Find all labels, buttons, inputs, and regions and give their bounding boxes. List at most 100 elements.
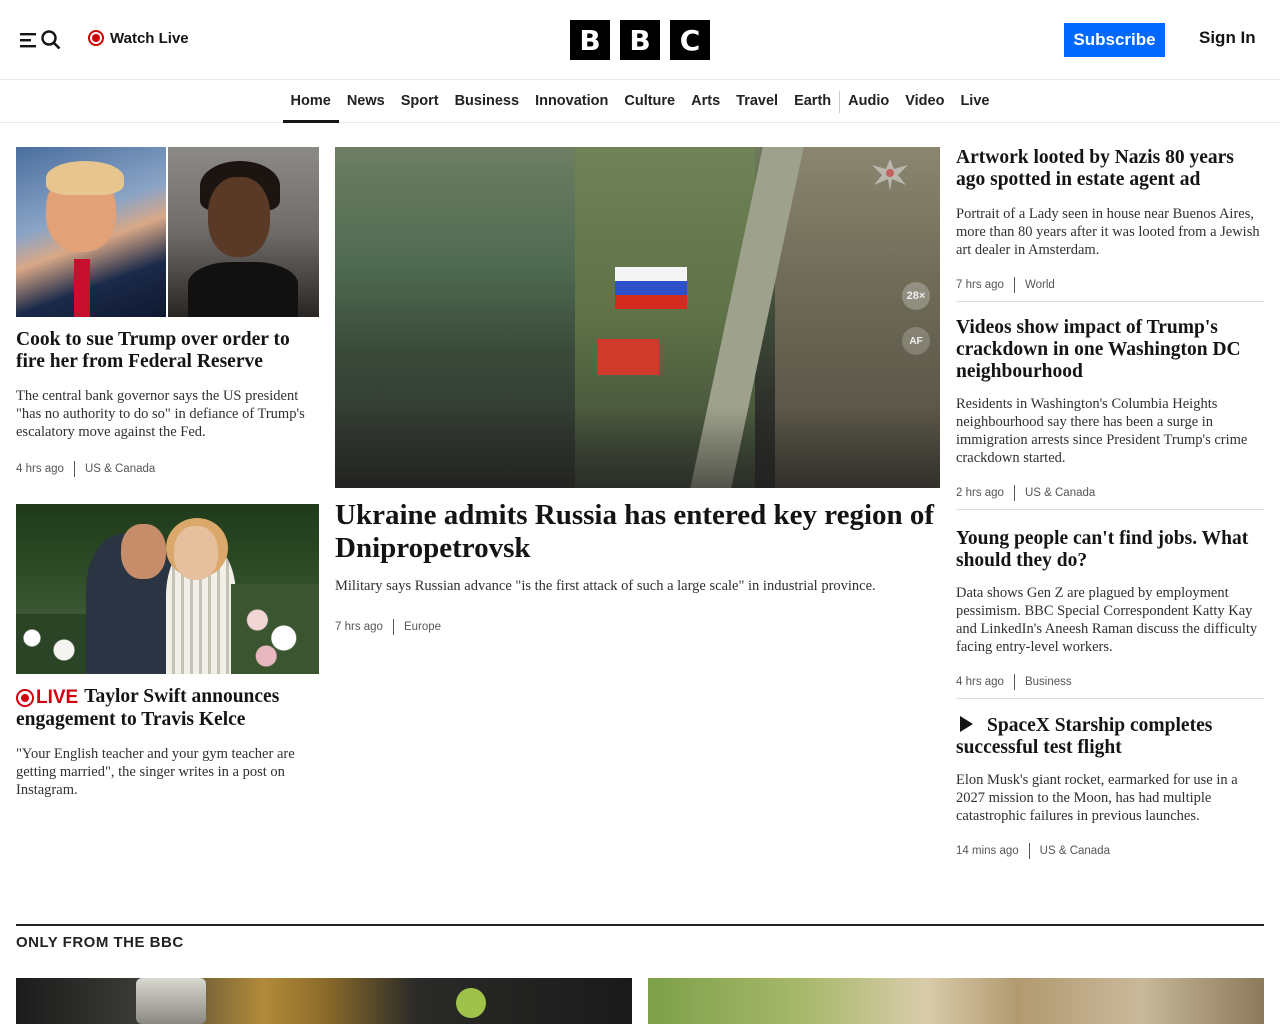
photo-flowers xyxy=(231,584,319,674)
menu-icon xyxy=(20,33,36,48)
site-header: Watch Live B B C Subscribe Sign In xyxy=(0,0,1280,80)
meta-divider xyxy=(392,619,394,635)
lead-story-summary: Military says Russian advance "is the fi… xyxy=(335,578,876,594)
eagle-emblem-icon xyxy=(872,159,908,191)
live-dot-icon xyxy=(88,30,104,46)
story-section-link[interactable]: Business xyxy=(1025,676,1072,688)
story-section-link[interactable]: World xyxy=(1025,279,1055,291)
story-meta: 2 hrs ago US & Canada xyxy=(956,485,1264,501)
meta-divider xyxy=(1013,277,1015,293)
story-summary: Portrait of a Lady seen in house near Bu… xyxy=(956,206,1260,258)
meta-divider xyxy=(1028,843,1030,859)
story-time: 7 hrs ago xyxy=(956,279,1004,291)
flag-stripe-blue xyxy=(615,281,687,295)
photo-tie xyxy=(74,259,90,317)
play-icon xyxy=(960,716,973,732)
af-indicator: AF xyxy=(902,327,930,355)
story-section-link[interactable]: US & Canada xyxy=(1025,487,1095,499)
story-summary: The central bank governor says the US pr… xyxy=(16,388,305,440)
photo-glass xyxy=(136,978,206,1024)
nav-item-sport[interactable]: Sport xyxy=(393,81,447,123)
left-column: Cook to sue Trump over order to fire her… xyxy=(16,147,319,799)
photo-trump xyxy=(16,147,166,317)
story-meta: 4 hrs ago US & Canada xyxy=(16,461,319,477)
story-headline[interactable]: Videos show impact of Trump's crackdown … xyxy=(956,317,1264,383)
photo-cook xyxy=(168,147,319,317)
story-summary: "Your English teacher and your gym teach… xyxy=(16,746,295,798)
photo-red-banner xyxy=(597,339,659,375)
nav-item-audio[interactable]: Audio xyxy=(840,81,897,123)
live-ring-icon xyxy=(16,689,34,707)
photo-face xyxy=(208,177,270,257)
story-summary: Elon Musk's giant rocket, earmarked for … xyxy=(956,772,1238,824)
story-card: Young people can't find jobs. What shoul… xyxy=(956,510,1264,699)
story-headline-text: SpaceX Starship completes successful tes… xyxy=(956,715,1213,758)
search-icon xyxy=(41,30,61,50)
logo-letter-b1: B xyxy=(570,20,610,60)
story-time: 4 hrs ago xyxy=(956,676,1004,688)
nav-item-earth[interactable]: Earth xyxy=(786,81,839,123)
section-title: ONLY FROM THE BBC xyxy=(16,934,184,951)
nav-item-innovation[interactable]: Innovation xyxy=(527,81,616,123)
nav-item-business[interactable]: Business xyxy=(447,81,527,123)
zoom-indicator: 28× xyxy=(902,282,930,310)
story-image-swift-kelce[interactable] xyxy=(16,504,319,674)
meta-divider xyxy=(73,461,75,477)
nav-item-video[interactable]: Video xyxy=(897,81,952,123)
photo-russian-flag xyxy=(615,267,687,309)
story-headline[interactable]: Cook to sue Trump over order to fire her… xyxy=(16,329,319,373)
sign-in-link[interactable]: Sign In xyxy=(1199,28,1256,48)
photo-lime xyxy=(456,988,486,1018)
center-column: 28× AF Ukraine admits Russia has entered… xyxy=(335,147,940,635)
story-meta: 7 hrs ago Europe xyxy=(335,619,940,635)
flag-stripe-red xyxy=(615,295,687,309)
feature-image-animal[interactable] xyxy=(648,978,1264,1024)
photo-hair xyxy=(46,161,124,195)
story-headline[interactable]: LIVE Taylor Swift announces engagement to… xyxy=(16,686,319,731)
story-headline[interactable]: Artwork looted by Nazis 80 years ago spo… xyxy=(956,147,1264,191)
photo-body xyxy=(188,262,298,317)
story-card: Videos show impact of Trump's crackdown … xyxy=(956,302,1264,510)
live-badge: LIVE xyxy=(16,687,78,709)
meta-divider xyxy=(1013,674,1015,690)
story-summary: Data shows Gen Z are plagued by employme… xyxy=(956,585,1258,655)
feature-image-food[interactable] xyxy=(16,978,632,1024)
nav-item-arts[interactable]: Arts xyxy=(683,81,728,123)
story-meta: 14 mins ago US & Canada xyxy=(956,843,1264,859)
story-section-link[interactable]: US & Canada xyxy=(85,463,155,475)
live-badge-text: LIVE xyxy=(36,687,79,708)
story-time: 4 hrs ago xyxy=(16,463,64,475)
story-image-trump-cook[interactable] xyxy=(16,147,319,317)
meta-divider xyxy=(1013,485,1015,501)
story-summary: Residents in Washington's Columbia Heigh… xyxy=(956,396,1248,466)
nav-item-culture[interactable]: Culture xyxy=(616,81,683,123)
story-time: 14 mins ago xyxy=(956,845,1019,857)
watch-live-label: Watch Live xyxy=(110,29,189,47)
story-time: 7 hrs ago xyxy=(335,621,383,633)
main-nav: Home News Sport Business Innovation Cult… xyxy=(0,81,1280,123)
logo-letter-c: C xyxy=(670,20,710,60)
story-section-link[interactable]: US & Canada xyxy=(1040,845,1110,857)
story-meta: 7 hrs ago World xyxy=(956,277,1264,293)
story-headline[interactable]: Young people can't find jobs. What shoul… xyxy=(956,528,1264,572)
bbc-logo[interactable]: B B C xyxy=(570,20,710,60)
photo-flowers xyxy=(16,614,96,674)
photo-woman-head xyxy=(174,526,218,580)
watch-live-link[interactable]: Watch Live xyxy=(88,28,189,48)
lead-story-headline[interactable]: Ukraine admits Russia has entered key re… xyxy=(335,499,940,565)
story-meta: 4 hrs ago Business xyxy=(956,674,1264,690)
story-headline[interactable]: SpaceX Starship completes successful tes… xyxy=(956,715,1264,759)
logo-letter-b2: B xyxy=(620,20,660,60)
nav-item-news[interactable]: News xyxy=(339,81,393,123)
photo-shade xyxy=(335,407,940,488)
section-divider xyxy=(16,924,1264,926)
menu-search-button[interactable] xyxy=(20,28,64,52)
nav-item-travel[interactable]: Travel xyxy=(728,81,786,123)
subscribe-button[interactable]: Subscribe xyxy=(1064,23,1165,57)
story-section-link[interactable]: Europe xyxy=(404,621,441,633)
nav-item-live[interactable]: Live xyxy=(952,81,997,123)
nav-item-home[interactable]: Home xyxy=(282,81,340,123)
story-time: 2 hrs ago xyxy=(956,487,1004,499)
story-image-ukraine[interactable]: 28× AF xyxy=(335,147,940,488)
story-card: SpaceX Starship completes successful tes… xyxy=(956,699,1264,859)
